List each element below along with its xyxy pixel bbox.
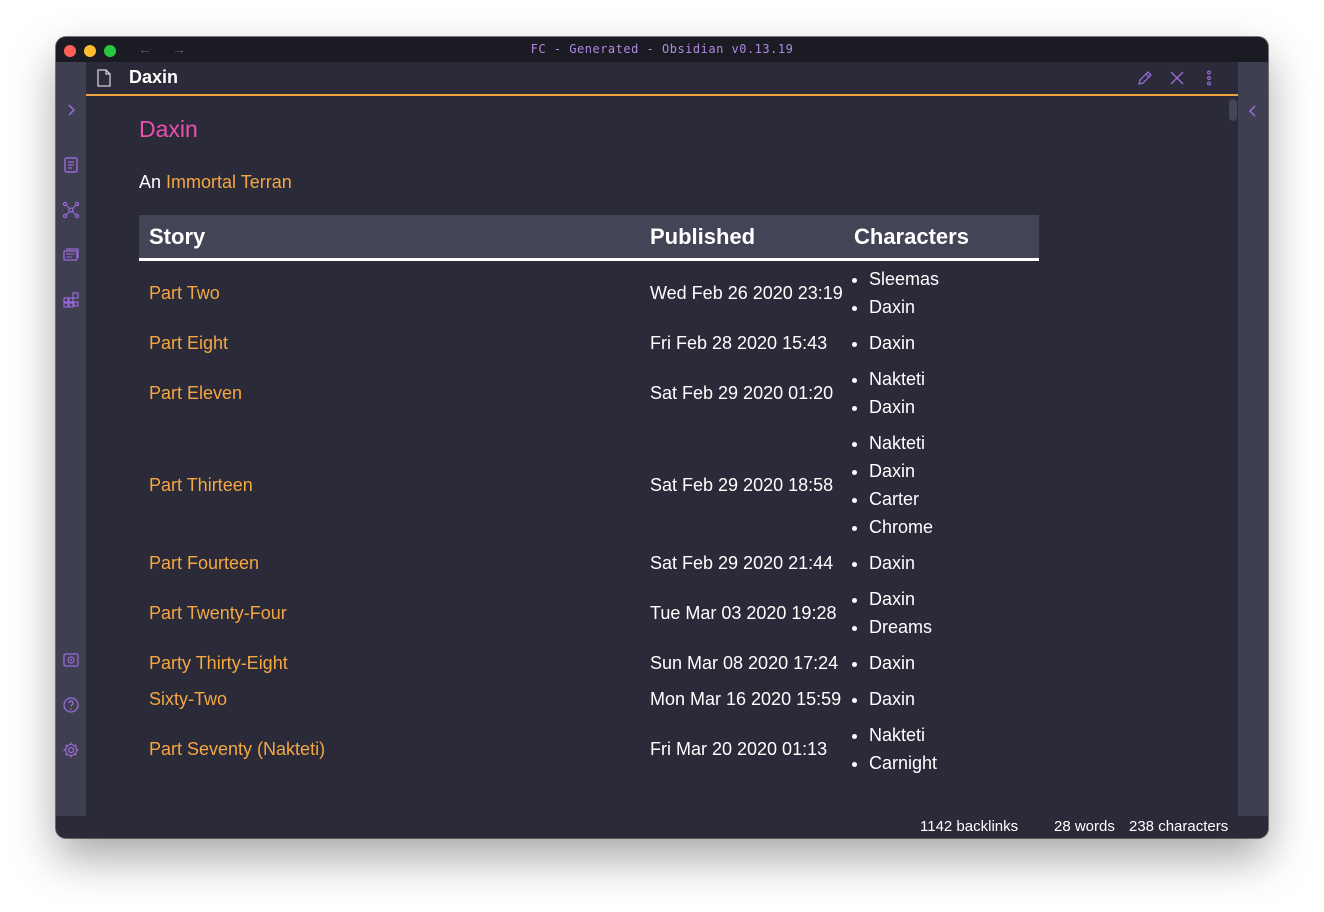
story-link[interactable]: Sixty-Two [149,689,227,709]
character-item: Daxin [869,549,1029,577]
table-row: Part Eleven Sat Feb 29 2020 01:20 Naktet… [139,361,1039,425]
story-link[interactable]: Part Twenty-Four [149,603,287,623]
published-date: Sat Feb 29 2020 18:58 [650,475,834,495]
characters-list: Daxin [859,649,1029,677]
character-item: Dreams [869,613,1029,641]
word-count: 28 words [1054,818,1115,835]
table-row: Part Thirteen Sat Feb 29 2020 18:58 Nakt… [139,425,1039,545]
character-item: Carnight [869,749,1029,777]
help-icon[interactable] [61,695,81,715]
expand-right-sidebar-icon[interactable] [1244,102,1262,125]
table-row: Part Twenty-Four Tue Mar 03 2020 19:28 D… [139,581,1039,645]
character-item: Daxin [869,293,1029,321]
story-link[interactable]: Part Seventy (Nakteti) [149,739,325,759]
published-date: Wed Feb 26 2020 23:19 [650,283,843,303]
close-icon[interactable] [1168,69,1186,87]
scrollbar[interactable] [1228,96,1238,816]
table-row: Part Fourteen Sat Feb 29 2020 21:44 Daxi… [139,545,1039,581]
templates-icon[interactable] [61,245,81,265]
story-column-header: Story [139,215,640,261]
characters-list: Nakteti Daxin [859,365,1029,421]
plugins-grid-icon[interactable] [61,290,81,310]
published-date: Sat Feb 29 2020 01:20 [650,383,834,403]
characters-list: Daxin [859,329,1029,357]
character-item: Nakteti [869,721,1029,749]
character-item: Daxin [869,393,1029,421]
character-item: Nakteti [869,365,1029,393]
right-sidebar-collapsed [1238,62,1268,838]
app-window: ← → FC - Generated - Obsidian v0.13.19 D… [56,37,1268,838]
intro-prefix: An [139,172,162,192]
table-row: Part Two Wed Feb 26 2020 23:19 Sleemas D… [139,260,1039,326]
character-item: Daxin [869,457,1029,485]
story-link[interactable]: Party Thirty-Eight [149,653,288,673]
characters-list: Daxin [859,549,1029,577]
published-column-header: Published [640,215,844,261]
characters-list: Nakteti Carnight [859,721,1029,777]
character-item: Nakteti [869,429,1029,457]
vault-icon[interactable] [61,650,81,670]
published-date: Sun Mar 08 2020 17:24 [650,653,839,673]
scrollbar-thumb[interactable] [1229,99,1237,121]
settings-icon[interactable] [61,740,81,760]
document-title: Daxin [139,116,198,142]
published-date: Fri Mar 20 2020 01:13 [650,739,828,759]
published-date: Fri Feb 28 2020 15:43 [650,333,828,353]
note-header: Daxin [86,62,1238,96]
characters-column-header: Characters [844,215,1039,261]
characters-list: Sleemas Daxin [859,265,1029,321]
file-icon [96,69,112,92]
left-ribbon [56,62,86,838]
intro-line: An Immortal Terran [139,172,292,193]
table-row: Part Seventy (Nakteti) Fri Mar 20 2020 0… [139,717,1039,781]
story-link[interactable]: Part Eight [149,333,228,353]
backlinks-count[interactable]: 1142 backlinks [920,818,1018,835]
table-row: Party Thirty-Eight Sun Mar 08 2020 17:24… [139,645,1039,681]
story-link[interactable]: Part Eleven [149,383,242,403]
story-link[interactable]: Part Fourteen [149,553,259,573]
story-link[interactable]: Part Two [149,283,220,303]
status-bar: 1142 backlinks 28 words 238 characters [56,816,1268,838]
more-options-icon[interactable] [1200,69,1218,87]
published-date: Tue Mar 03 2020 19:28 [650,603,837,623]
table-row: Part Eight Fri Feb 28 2020 15:43 Daxin [139,325,1039,361]
character-item: Carter [869,485,1029,513]
title-bar: ← → FC - Generated - Obsidian v0.13.19 [56,37,1268,62]
published-date: Sat Feb 29 2020 21:44 [650,553,834,573]
immortal-terran-link[interactable]: Immortal Terran [166,172,292,192]
character-item: Daxin [869,685,1029,713]
expand-sidebar-icon[interactable] [61,100,81,120]
edit-icon[interactable] [1136,69,1154,87]
stories-table: Story Published Characters Part Two Wed … [139,215,1039,781]
note-content: Daxin An Immortal Terran Story Published… [86,96,1228,816]
character-count: 238 characters [1129,818,1229,835]
character-item: Sleemas [869,265,1029,293]
character-item: Daxin [869,585,1029,613]
character-item: Chrome [869,513,1029,541]
quick-switcher-icon[interactable] [61,155,81,175]
story-link[interactable]: Part Thirteen [149,475,253,495]
published-date: Mon Mar 16 2020 15:59 [650,689,842,709]
characters-list: Nakteti Daxin Carter Chrome [859,429,1029,541]
character-item: Daxin [869,649,1029,677]
characters-list: Daxin [859,685,1029,713]
note-title[interactable]: Daxin [129,67,178,88]
characters-list: Daxin Dreams [859,585,1029,641]
window-title: FC - Generated - Obsidian v0.13.19 [530,42,794,56]
table-row: Sixty-Two Mon Mar 16 2020 15:59 Daxin [139,681,1039,717]
character-item: Daxin [869,329,1029,357]
graph-view-icon[interactable] [61,200,81,220]
